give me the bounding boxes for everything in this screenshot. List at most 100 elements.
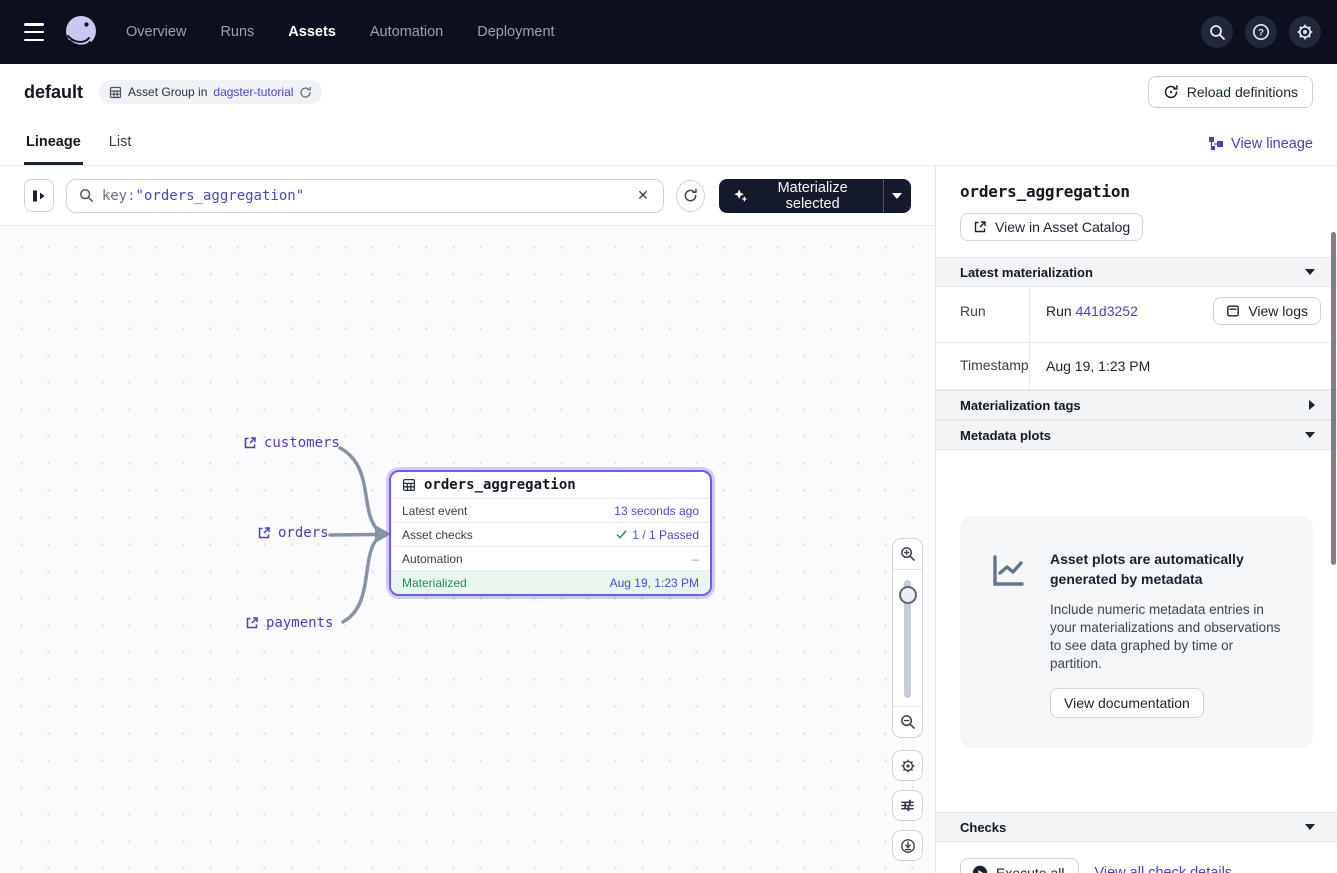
zoom-slider[interactable] [893,569,922,707]
page-header: default Asset Group in dagster-tutorial … [0,64,1337,120]
table-grid-icon [402,478,416,492]
zoom-controls [892,538,923,738]
external-link-icon [257,526,271,540]
nav-deployment[interactable]: Deployment [477,24,554,40]
node-row-latest-event: Latest event 13 seconds ago [391,498,710,522]
execute-all-label: Execute all [996,865,1064,873]
view-lineage-link[interactable]: View lineage [1208,136,1313,165]
view-all-check-details-link[interactable]: View all check details [1094,865,1232,873]
plots-card-body: Include numeric metadata entries in your… [1050,601,1287,674]
checks-actions: Execute all View all check details [936,842,1337,873]
hamburger-menu-icon[interactable] [20,21,48,43]
expand-sidebar-button[interactable] [24,179,54,212]
table-grid-icon [109,86,122,99]
run-id-link[interactable]: 441d3252 [1076,303,1138,319]
graph-settings-gear-icon[interactable] [892,750,923,781]
view-documentation-button[interactable]: View documentation [1050,688,1204,718]
line-chart-icon [988,549,1028,718]
asset-link-orders[interactable]: orders [257,525,329,541]
section-materialization-tags[interactable]: Materialization tags [936,390,1337,420]
settings-gear-icon[interactable] [1289,16,1321,48]
node-row-automation: Automation – [391,546,710,570]
page-title: default [24,82,83,103]
external-link-icon [245,616,259,630]
check-icon [616,529,627,540]
external-link-icon [243,436,257,450]
search-query-value: "orders_aggregation" [136,188,305,204]
tabs-row: Lineage List View lineage [0,120,1337,166]
asset-node-orders-aggregation[interactable]: orders_aggregation Latest event 13 secon… [389,470,712,596]
lineage-canvas[interactable]: customers orders payments orders_aggrega… [0,226,935,873]
nav-actions: ? [1201,16,1321,48]
section-checks[interactable]: Checks [936,812,1337,842]
top-nav: Overview Runs Assets Automation Deployme… [0,0,1337,64]
graph-filters-icon[interactable] [892,790,923,821]
view-logs-label: View logs [1248,303,1308,319]
lineage-pane: key:"orders_aggregation" ✕ Materialize s… [0,166,935,873]
chevron-down-icon [1305,824,1315,830]
nav-assets[interactable]: Assets [288,24,336,40]
reload-icon [1163,84,1179,100]
panel-asset-title: orders_aggregation [960,182,1313,201]
view-logs-button[interactable]: View logs [1213,297,1321,325]
lineage-graph-icon [1208,136,1224,152]
plots-card-title: Asset plots are automatically generated … [1050,549,1287,590]
refresh-graph-icon[interactable] [676,180,705,212]
repo-link[interactable]: dagster-tutorial [213,85,293,99]
sparkle-icon [733,187,748,204]
nav-runs[interactable]: Runs [220,24,254,40]
timestamp-row: Timestamp Aug 19, 1:23 PM [936,343,1337,390]
asset-link-payments[interactable]: payments [245,615,333,631]
execute-all-button[interactable]: Execute all [960,858,1079,873]
asset-node-header: orders_aggregation [391,472,710,498]
asset-search-input[interactable]: key:"orders_aggregation" ✕ [66,179,664,213]
view-lineage-label: View lineage [1231,136,1313,152]
dagster-logo[interactable] [62,13,100,51]
node-row-asset-checks: Asset checks 1 / 1 Passed [391,522,710,546]
chevron-down-icon [1305,432,1315,438]
timestamp-row-label: Timestamp [936,343,1030,389]
search-icon[interactable] [1201,16,1233,48]
asset-link-customers[interactable]: customers [243,435,340,451]
svg-text:?: ? [1258,27,1264,38]
dagster-app: Overview Runs Assets Automation Deployme… [0,0,1337,873]
view-in-asset-catalog-label: View in Asset Catalog [995,219,1130,235]
materialize-dropdown-button[interactable] [883,179,911,213]
materialize-selected-label: Materialize selected [757,180,869,212]
tab-lineage[interactable]: Lineage [24,134,83,165]
asset-group-badge[interactable]: Asset Group in dagster-tutorial [99,80,322,104]
nav-overview[interactable]: Overview [126,24,186,40]
reload-definitions-button[interactable]: Reload definitions [1148,76,1313,108]
help-icon[interactable]: ? [1245,16,1277,48]
recenter-view-icon[interactable] [892,830,923,861]
view-in-asset-catalog-button[interactable]: View in Asset Catalog [960,213,1143,241]
tab-list[interactable]: List [107,134,134,165]
badge-text: Asset Group in [128,85,207,99]
panel-expand-icon [31,188,47,204]
zoom-in-icon[interactable] [893,539,922,569]
run-row-label: Run [936,287,1030,342]
section-metadata-plots[interactable]: Metadata plots [936,420,1337,450]
clear-search-icon[interactable]: ✕ [633,183,653,208]
search-icon [79,188,94,203]
asset-node-title: orders_aggregation [424,477,576,493]
materialize-button-group: Materialize selected [719,179,911,213]
play-icon [972,865,988,873]
primary-nav: Overview Runs Assets Automation Deployme… [126,24,555,40]
node-row-materialized: Materialized Aug 19, 1:23 PM [391,570,710,594]
timestamp-value: Aug 19, 1:23 PM [1046,358,1150,374]
chevron-right-icon [1309,400,1315,410]
lineage-toolbar: key:"orders_aggregation" ✕ Materialize s… [0,166,935,226]
section-latest-materialization[interactable]: Latest materialization [936,257,1337,287]
run-row: Run Run 441d3252 View logs [936,287,1337,343]
chevron-down-icon [1305,269,1315,275]
panel-scrollbar[interactable] [1331,232,1336,565]
materialize-selected-button[interactable]: Materialize selected [719,179,883,213]
reload-definitions-label: Reload definitions [1187,84,1298,100]
dagster-octopus-icon [62,13,100,51]
asset-plots-card: Asset plots are automatically generated … [960,516,1313,748]
nav-automation[interactable]: Automation [370,24,443,40]
zoom-slider-thumb[interactable] [899,586,917,604]
zoom-out-icon[interactable] [893,707,922,737]
external-link-icon [973,220,987,234]
